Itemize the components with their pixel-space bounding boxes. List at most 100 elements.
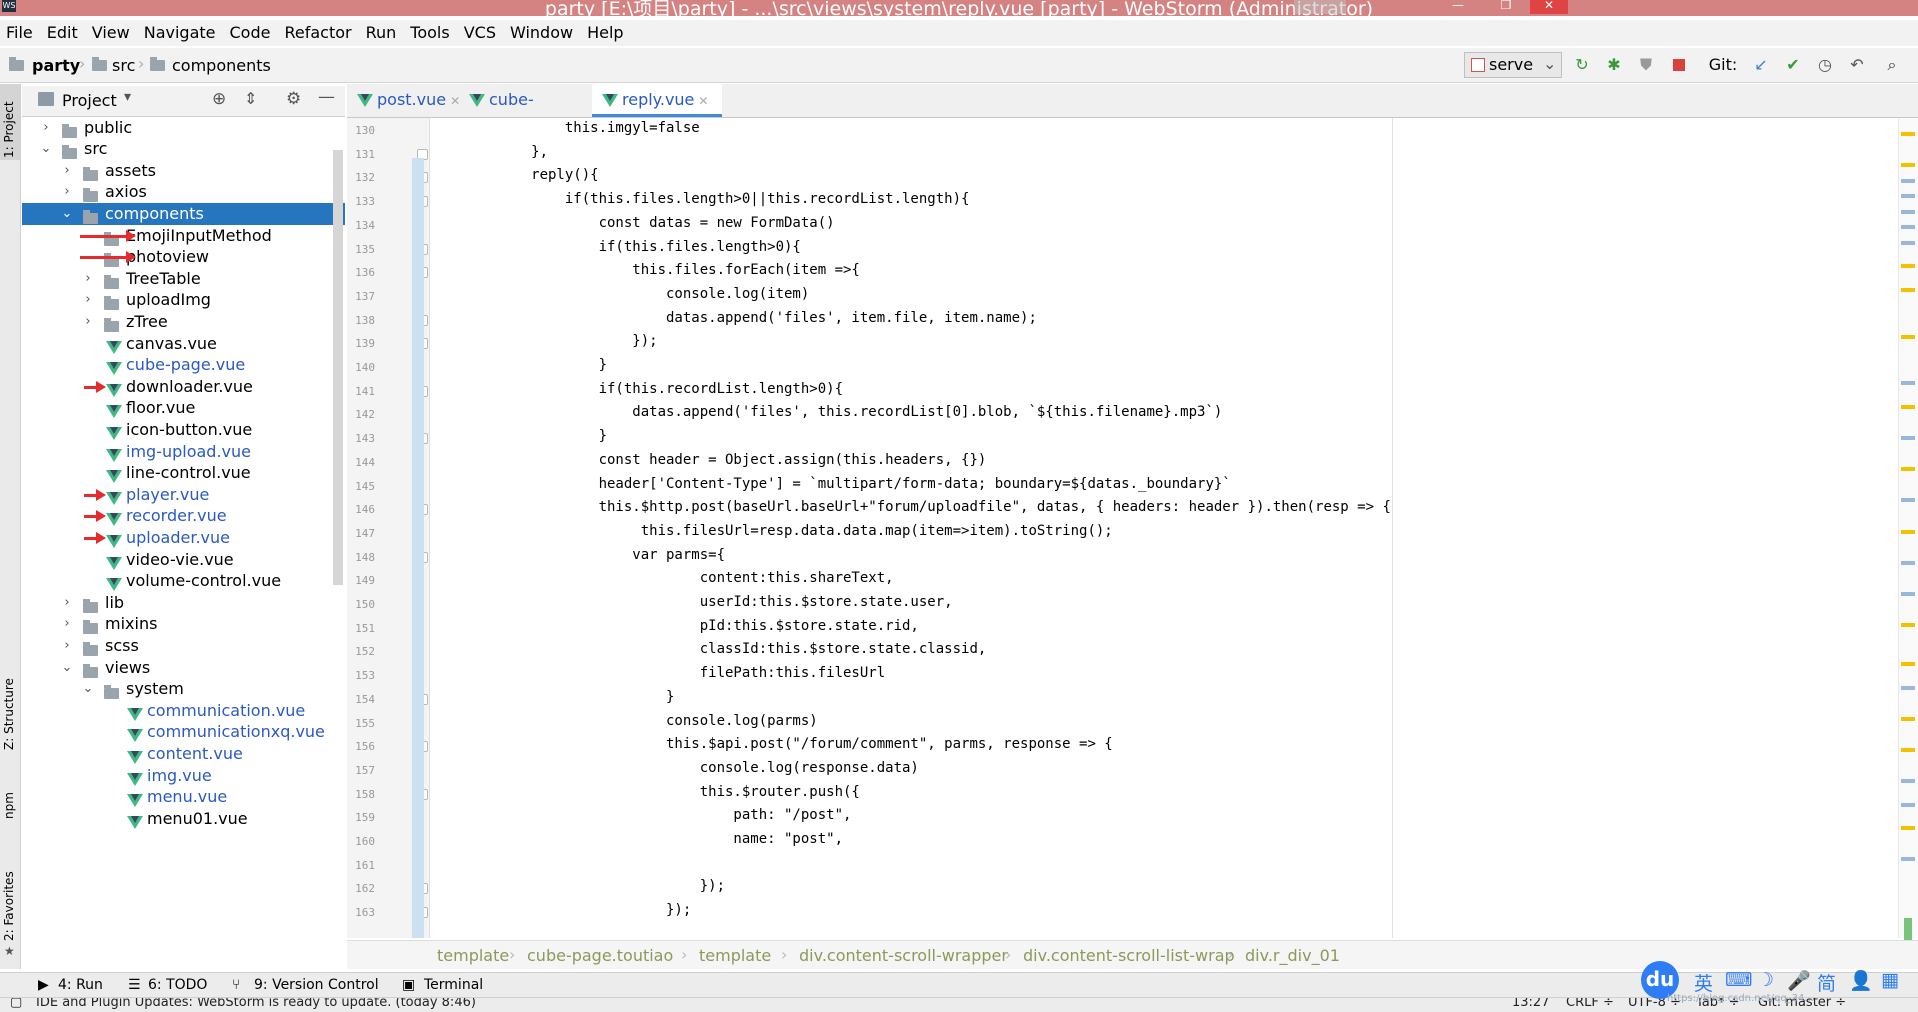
vcs-change-marker[interactable] <box>412 158 424 938</box>
code-line[interactable]: console.log(item) <box>430 282 809 306</box>
stripe-mark[interactable] <box>1901 436 1915 440</box>
tool-structure-label[interactable]: Z: Structure <box>2 678 16 750</box>
code-line[interactable]: path: "/post", <box>430 803 851 827</box>
stripe-mark[interactable] <box>1901 685 1915 690</box>
ime-simplified-toggle[interactable]: 简 <box>1817 969 1836 996</box>
editor-crumb[interactable]: template <box>437 946 509 965</box>
gear-icon[interactable]: ⚙ <box>286 89 301 109</box>
code-line[interactable]: this.imgyl=false <box>430 118 700 140</box>
caret-position[interactable]: 13:27 <box>1512 998 1549 1010</box>
status-message[interactable]: IDE and Plugin Updates: WebStorm is read… <box>36 998 476 1010</box>
tree-item[interactable]: › lib <box>22 592 345 614</box>
stripe-mark[interactable] <box>1901 225 1915 230</box>
stripe-mark[interactable] <box>1901 241 1915 245</box>
tree-item[interactable]: ⌄ components <box>22 203 345 225</box>
code-line[interactable]: this.filesUrl=resp.data.data.map(item=>i… <box>430 519 1113 543</box>
tree-item[interactable]: ⌄ system <box>22 678 345 700</box>
git-commit-icon[interactable]: ✔ <box>1783 55 1803 75</box>
line-number[interactable]: 158 <box>347 788 375 801</box>
chevron-right-icon[interactable]: › <box>61 160 73 182</box>
editor-crumb[interactable]: cube-page.toutiao <box>527 946 673 965</box>
tree-item[interactable]: downloader.vue <box>22 376 345 398</box>
stripe-mark[interactable] <box>1901 592 1915 596</box>
project-view-label[interactable]: Project <box>62 91 117 110</box>
code-line[interactable]: if(this.recordList.length>0){ <box>430 377 843 401</box>
maximize-button[interactable]: ❐ <box>1483 0 1529 14</box>
tree-item[interactable]: uploader.vue <box>22 527 345 549</box>
code-line[interactable]: name: "post", <box>430 827 843 851</box>
chevron-right-icon[interactable]: › <box>61 613 73 635</box>
user-icon[interactable]: 👤 <box>1849 969 1873 992</box>
menu-help[interactable]: Help <box>580 20 630 43</box>
code-line[interactable]: content:this.shareText, <box>430 566 894 590</box>
stripe-mark[interactable] <box>1901 381 1915 386</box>
line-number[interactable]: 148 <box>347 551 375 564</box>
tree-item[interactable]: player.vue <box>22 484 345 506</box>
search-everywhere-icon[interactable]: ⌕ <box>1882 55 1902 75</box>
line-number[interactable]: 155 <box>347 717 375 730</box>
stripe-mark[interactable] <box>1901 498 1915 503</box>
debug-icon[interactable]: ✱ <box>1604 55 1624 75</box>
tree-item[interactable]: › mixins <box>22 613 345 635</box>
close-window-button[interactable]: ✕ <box>1530 0 1568 14</box>
run-configuration-select[interactable]: serve ⌄ <box>1464 52 1562 78</box>
tree-item[interactable]: › scss <box>22 635 345 657</box>
chevron-right-icon[interactable]: › <box>61 592 73 614</box>
tree-item[interactable]: volume-control.vue <box>22 570 345 592</box>
code-line[interactable]: var parms={ <box>430 543 725 567</box>
code-line[interactable]: if(this.files.length>0){ <box>430 235 801 259</box>
code-editor[interactable]: this.imgyl=false }, reply(){ if(this.fil… <box>430 118 1918 938</box>
tree-item[interactable]: recorder.vue <box>22 505 345 527</box>
locate-icon[interactable]: ⊕ <box>212 89 226 109</box>
close-tab-icon[interactable]: ✕ <box>698 94 708 108</box>
tree-item[interactable]: line-control.vue <box>22 462 345 484</box>
tool-terminal[interactable]: Terminal <box>424 977 483 993</box>
code-line[interactable]: console.log(parms) <box>430 709 818 733</box>
tree-item[interactable]: canvas.vue <box>22 333 345 355</box>
code-line[interactable]: this.$api.post("/forum/comment", parms, … <box>430 732 1113 756</box>
line-number[interactable]: 152 <box>347 645 375 658</box>
line-number[interactable]: 149 <box>347 574 375 587</box>
nav-crumb-project[interactable]: party <box>32 56 80 75</box>
menu-tools[interactable]: Tools <box>403 20 456 43</box>
tree-item[interactable]: communicationxq.vue <box>22 721 345 743</box>
tree-item[interactable]: video-vie.vue <box>22 549 345 571</box>
line-number[interactable]: 156 <box>347 740 375 753</box>
stripe-mark[interactable] <box>1901 826 1915 830</box>
stripe-mark[interactable] <box>1901 178 1915 183</box>
code-line[interactable]: this.$http.post(baseUrl.baseUrl+"forum/u… <box>430 495 1391 519</box>
code-line[interactable]: this.$router.push({ <box>430 780 860 804</box>
tree-item[interactable]: › axios <box>22 181 345 203</box>
inspection-ok-marker[interactable] <box>1904 918 1912 940</box>
editor-crumb[interactable]: template <box>699 946 771 965</box>
code-line[interactable]: } <box>430 424 607 448</box>
stripe-mark[interactable] <box>1901 802 1915 807</box>
tool-project-label[interactable]: 1: Project <box>2 101 16 158</box>
line-number[interactable]: 162 <box>347 882 375 895</box>
code-line[interactable]: if(this.files.length>0||this.recordList.… <box>430 187 970 211</box>
stripe-mark[interactable] <box>1901 662 1915 667</box>
code-line[interactable]: } <box>430 353 607 377</box>
menu-run[interactable]: Run <box>359 20 404 43</box>
line-number[interactable]: 161 <box>347 859 375 872</box>
code-line[interactable]: datas.append('files', item.file, item.na… <box>430 306 1037 330</box>
stripe-mark[interactable] <box>1901 857 1915 862</box>
minimize-button[interactable]: — <box>1435 0 1481 14</box>
line-number[interactable]: 160 <box>347 835 375 848</box>
tree-item[interactable]: cube-page.vue <box>22 354 345 376</box>
chevron-right-icon[interactable]: › <box>82 289 94 311</box>
tree-item[interactable]: ⌄ src <box>22 138 345 160</box>
line-separator[interactable]: CRLF ÷ <box>1566 998 1614 1010</box>
moon-icon[interactable]: ☽ <box>1757 969 1774 991</box>
stripe-mark[interactable] <box>1901 779 1915 784</box>
tree-item[interactable]: ⌄ views <box>22 657 345 679</box>
chevron-down-icon[interactable]: ⌄ <box>40 138 52 160</box>
chevron-right-icon[interactable]: › <box>40 117 52 139</box>
line-number[interactable]: 141 <box>347 385 375 398</box>
tree-item[interactable]: photoview <box>22 246 345 268</box>
stop-icon[interactable] <box>1669 55 1689 75</box>
ime-menu-icon[interactable]: ▦ <box>1881 969 1899 991</box>
line-number[interactable]: 146 <box>347 503 375 516</box>
stripe-mark[interactable] <box>1901 209 1915 214</box>
code-line[interactable]: this.files.forEach(item =>{ <box>430 258 860 282</box>
